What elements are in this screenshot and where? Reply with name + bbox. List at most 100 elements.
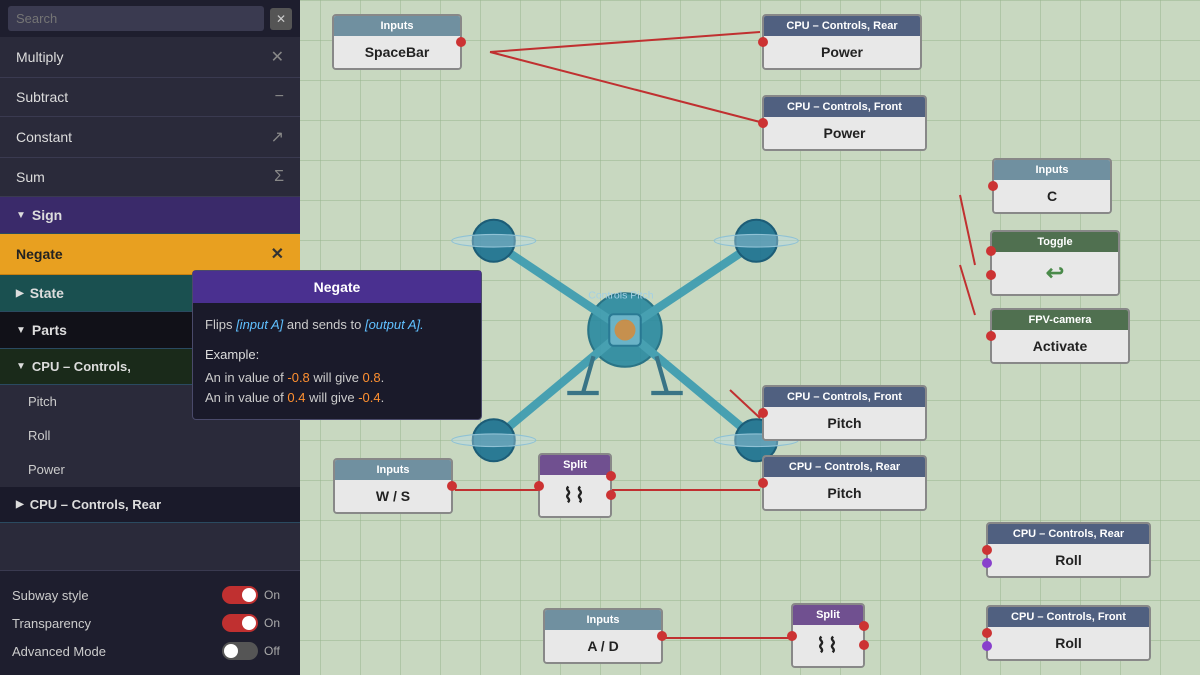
menu-item-negate-icon: ✕ xyxy=(271,244,284,264)
section-parts-label: Parts xyxy=(32,322,67,338)
menu-item-subtract[interactable]: Subtract − xyxy=(0,78,300,117)
tooltip-ex2-val1: 0.4 xyxy=(287,390,305,405)
section-sign[interactable]: ▼ Sign xyxy=(0,197,300,234)
node-cpu-front-pitch-input xyxy=(758,408,768,418)
search-close-button[interactable]: ✕ xyxy=(270,8,292,30)
node-split-ws-body: ⌇⌇ xyxy=(540,475,610,516)
node-toggle: Toggle ↩ xyxy=(990,230,1120,296)
menu-item-sum-icon: Σ xyxy=(274,168,284,186)
tooltip-negate: Negate Flips [input A] and sends to [out… xyxy=(192,270,482,420)
node-split-ws: Split ⌇⌇ xyxy=(538,453,612,518)
node-cpu-rear-roll: CPU – Controls, Rear Roll xyxy=(986,522,1151,578)
toggle-row-transparency: Transparency On xyxy=(12,609,288,637)
node-inputs-c-body: C xyxy=(994,180,1110,212)
node-spacebar-output xyxy=(456,37,466,47)
node-spacebar: Inputs SpaceBar xyxy=(332,14,462,70)
node-fpv-header: FPV-camera xyxy=(992,310,1128,330)
node-toggle-input1 xyxy=(986,246,996,256)
cpu-controls-arrow-icon: ▼ xyxy=(16,361,26,372)
menu-item-constant[interactable]: Constant ↗ xyxy=(0,117,300,158)
node-cpu-rear-power-header: CPU – Controls, Rear xyxy=(764,16,920,36)
node-cpu-front-power-header: CPU – Controls, Front xyxy=(764,97,925,117)
node-cpu-front-power: CPU – Controls, Front Power xyxy=(762,95,927,151)
advanced-mode-label: Advanced Mode xyxy=(12,644,216,659)
node-ad-output xyxy=(657,631,667,641)
node-cpu-front-power-body: Power xyxy=(764,117,925,149)
node-ws: Inputs W / S xyxy=(333,458,453,514)
node-spacebar-header: Inputs xyxy=(334,16,460,36)
node-inputs-c-output xyxy=(988,181,998,191)
section-sign-label: Sign xyxy=(32,207,62,223)
node-cpu-rear-pitch-header: CPU – Controls, Rear xyxy=(764,457,925,477)
node-cpu-rear-pitch: CPU – Controls, Rear Pitch xyxy=(762,455,927,511)
tooltip-ex2-end: . xyxy=(381,390,385,405)
section-cpu-rear-label: CPU – Controls, Rear xyxy=(30,497,161,512)
node-cpu-front-pitch-header: CPU – Controls, Front xyxy=(764,387,925,407)
menu-item-subtract-icon: − xyxy=(275,88,284,106)
menu-item-sum-label: Sum xyxy=(16,169,45,185)
subway-style-state: On xyxy=(264,588,288,602)
node-cpu-rear-power-body: Power xyxy=(764,36,920,68)
node-spacebar-body: SpaceBar xyxy=(334,36,460,68)
search-input[interactable] xyxy=(8,6,264,31)
section-cpu-controls-label: CPU – Controls, xyxy=(32,359,131,374)
node-cpu-rear-power: CPU – Controls, Rear Power xyxy=(762,14,922,70)
node-cpu-rear-roll-input xyxy=(982,545,992,555)
node-cpu-rear-pitch-input xyxy=(758,478,768,488)
node-toggle-body: ↩ xyxy=(992,252,1118,294)
transparency-label: Transparency xyxy=(12,616,216,631)
transparency-toggle[interactable] xyxy=(222,614,258,632)
node-ws-output xyxy=(447,481,457,491)
node-split-ad-body: ⌇⌇ xyxy=(793,625,863,666)
node-inputs-c-header: Inputs xyxy=(994,160,1110,180)
node-split-ad: Split ⌇⌇ xyxy=(791,603,865,668)
advanced-mode-state: Off xyxy=(264,644,288,658)
node-split-ws-out2 xyxy=(606,490,616,500)
section-state-label: State xyxy=(30,285,64,301)
bottom-controls: Subway style On Transparency On Advanced… xyxy=(0,570,300,675)
tooltip-ex1-end: . xyxy=(381,370,385,385)
tooltip-ex1-val2: 0.8 xyxy=(363,370,381,385)
parts-arrow-icon: ▼ xyxy=(16,325,26,336)
tooltip-ex2-mid: will give xyxy=(305,390,358,405)
svg-text:Controls Pitch: Controls Pitch xyxy=(588,290,654,302)
sub-item-power[interactable]: Power xyxy=(0,453,300,487)
node-cpu-rear-roll-body: Roll xyxy=(988,544,1149,576)
advanced-mode-toggle[interactable] xyxy=(222,642,258,660)
tooltip-input-a: [input A] xyxy=(236,317,283,332)
node-cpu-front-roll-body: Roll xyxy=(988,627,1149,659)
menu-item-multiply-icon: ✕ xyxy=(271,47,284,67)
search-bar: ✕ xyxy=(0,0,300,37)
node-ad: Inputs A / D xyxy=(543,608,663,664)
menu-item-negate[interactable]: Negate ✕ xyxy=(0,234,300,275)
node-split-ad-out2 xyxy=(859,640,869,650)
section-cpu-rear[interactable]: ▶ CPU – Controls, Rear xyxy=(0,487,300,523)
node-inputs-c: Inputs C xyxy=(992,158,1112,214)
node-cpu-front-power-input xyxy=(758,118,768,128)
tooltip-ex2-val2: -0.4 xyxy=(358,390,380,405)
node-cpu-front-pitch: CPU – Controls, Front Pitch xyxy=(762,385,927,441)
menu-item-multiply-label: Multiply xyxy=(16,49,63,65)
menu-item-multiply[interactable]: Multiply ✕ xyxy=(0,37,300,78)
menu-item-negate-label: Negate xyxy=(16,246,63,262)
menu-item-constant-label: Constant xyxy=(16,129,72,145)
tooltip-title: Negate xyxy=(193,271,481,303)
menu-item-sum[interactable]: Sum Σ xyxy=(0,158,300,197)
node-cpu-rear-pitch-body: Pitch xyxy=(764,477,925,509)
node-fpv-input xyxy=(986,331,996,341)
tooltip-body: Flips [input A] and sends to [output A].… xyxy=(193,303,481,419)
node-fpv: FPV-camera Activate xyxy=(990,308,1130,364)
state-arrow-icon: ▶ xyxy=(16,288,24,299)
menu-item-subtract-label: Subtract xyxy=(16,89,68,105)
node-cpu-front-roll-input xyxy=(982,628,992,638)
toggle-row-advanced: Advanced Mode Off xyxy=(12,637,288,665)
tooltip-ex1-val1: -0.8 xyxy=(287,370,309,385)
node-ad-body: A / D xyxy=(545,630,661,662)
subway-style-toggle[interactable] xyxy=(222,586,258,604)
node-split-ws-header: Split xyxy=(540,455,610,475)
node-cpu-rear-roll-input2 xyxy=(982,558,992,568)
node-cpu-front-roll-header: CPU – Controls, Front xyxy=(988,607,1149,627)
sub-item-roll[interactable]: Roll xyxy=(0,419,300,453)
tooltip-ex1-mid: will give xyxy=(310,370,363,385)
tooltip-example-label: Example: xyxy=(205,345,469,365)
